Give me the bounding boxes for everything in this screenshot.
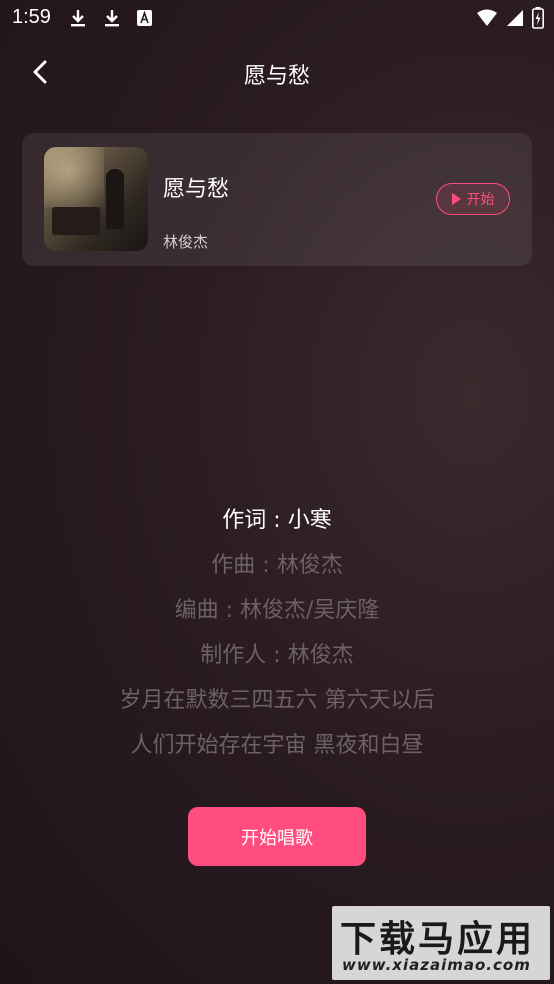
signal-icon bbox=[506, 9, 524, 31]
lyric-line: 人们开始存在宇宙 黑夜和白昼 bbox=[130, 733, 424, 758]
lyric-line: 编曲 : 林俊杰/吴庆隆 bbox=[174, 598, 380, 623]
song-card: 愿与愁 林俊杰 开始 bbox=[22, 133, 532, 266]
lyric-line: 制作人 : 林俊杰 bbox=[200, 643, 354, 668]
song-artist: 林俊杰 bbox=[163, 233, 209, 251]
lyrics-panel: 作词 : 小寒 作曲 : 林俊杰 编曲 : 林俊杰/吴庆隆 制作人 : 林俊杰 … bbox=[0, 498, 554, 768]
lyric-line: 作曲 : 林俊杰 bbox=[211, 553, 343, 578]
lyric-line: 岁月在默数三四五六 第六天以后 bbox=[119, 688, 435, 713]
status-time: 1:59 bbox=[12, 6, 51, 28]
watermark-url: www.xiazaimao.com bbox=[342, 956, 531, 974]
watermark-title: 下载马应用 bbox=[340, 919, 536, 960]
status-bar: 1:59 bbox=[0, 0, 554, 36]
album-cover bbox=[44, 147, 148, 251]
status-system-icons bbox=[476, 7, 544, 33]
download-icon bbox=[68, 8, 88, 32]
page-title: 愿与愁 bbox=[243, 64, 310, 89]
song-title: 愿与愁 bbox=[163, 177, 230, 202]
start-button[interactable]: 开始 bbox=[436, 183, 510, 215]
watermark-logo: 下载马应用 www.xiazaimao.com bbox=[332, 906, 550, 980]
start-singing-button[interactable]: 开始唱歌 bbox=[188, 807, 366, 866]
battery-icon bbox=[532, 7, 544, 33]
lyric-line: 作词 : 小寒 bbox=[222, 508, 332, 533]
download-icon bbox=[102, 8, 122, 32]
start-button-label: 开始 bbox=[466, 192, 495, 208]
wifi-icon bbox=[476, 9, 498, 31]
font-icon bbox=[136, 8, 154, 32]
top-bar: 愿与愁 bbox=[0, 48, 554, 96]
play-icon bbox=[451, 193, 461, 205]
status-notification-icons bbox=[68, 8, 154, 32]
